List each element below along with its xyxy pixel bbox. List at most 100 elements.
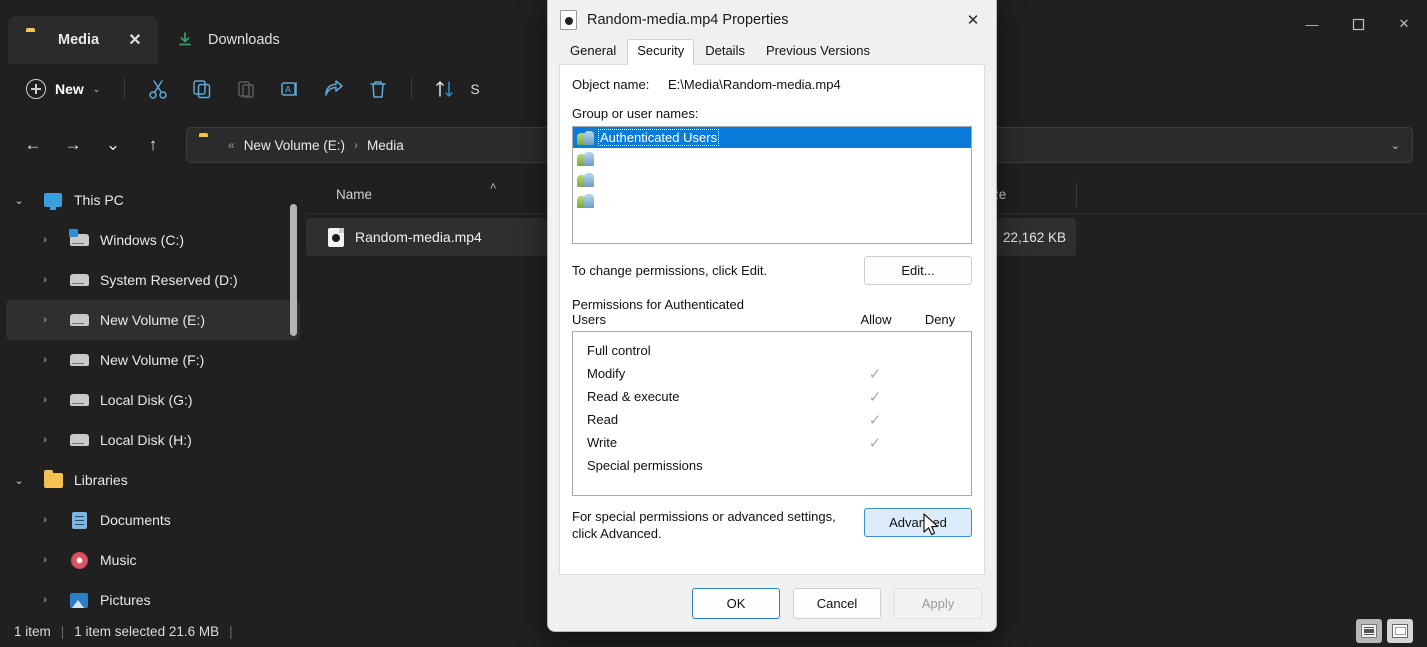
allow-checkbox[interactable]: ✓ xyxy=(843,365,907,383)
view-toggle-group xyxy=(1356,619,1413,643)
permission-name: Read xyxy=(587,412,619,427)
permission-row[interactable]: Modify ✓ xyxy=(573,362,971,385)
new-button[interactable]: New ⌄ xyxy=(14,73,112,105)
group-icon xyxy=(577,172,595,188)
sidebar-item-local-disk-h[interactable]: › Local Disk (H:) xyxy=(6,420,300,460)
tab-general[interactable]: General xyxy=(560,39,626,64)
folder-icon xyxy=(42,469,64,488)
permission-row[interactable]: Read ✓ xyxy=(573,408,971,431)
chevron-right-icon[interactable]: › xyxy=(32,394,58,406)
chevron-right-icon[interactable]: › xyxy=(32,554,58,566)
copy-icon[interactable] xyxy=(181,72,223,106)
tab-media[interactable]: Media ✕ xyxy=(8,16,158,64)
permission-name: Full control xyxy=(587,343,651,358)
details-view-icon[interactable] xyxy=(1356,619,1382,643)
advanced-row: For special permissions or advanced sett… xyxy=(572,508,972,542)
toolbar-divider xyxy=(124,78,126,100)
allow-checkbox[interactable]: ✓ xyxy=(843,388,907,406)
chevron-right-icon[interactable]: › xyxy=(32,354,58,366)
sidebar-item-label: System Reserved (D:) xyxy=(100,272,238,288)
sidebar-item-new-volume-f[interactable]: › New Volume (F:) xyxy=(6,340,300,380)
allow-checkbox[interactable]: ✓ xyxy=(843,411,907,429)
chevron-right-icon[interactable]: › xyxy=(32,434,58,446)
chevron-down-icon: ⌄ xyxy=(92,83,101,94)
up-button[interactable]: ↑ xyxy=(134,128,172,162)
sidebar-item-pictures[interactable]: › Pictures xyxy=(6,580,300,615)
permission-row[interactable]: Write ✓ xyxy=(573,431,971,454)
ok-button[interactable]: OK xyxy=(692,587,780,619)
chevron-right-icon[interactable]: › xyxy=(32,514,58,526)
paste-icon xyxy=(225,72,267,106)
chevron-right-icon[interactable]: › xyxy=(32,314,58,326)
drive-icon xyxy=(68,274,90,286)
close-icon[interactable]: ✕ xyxy=(122,27,148,53)
share-icon[interactable] xyxy=(313,72,355,106)
sidebar-item-documents[interactable]: › Documents xyxy=(6,500,300,540)
cancel-button[interactable]: Cancel xyxy=(793,587,881,619)
minimize-button[interactable]: — xyxy=(1289,0,1335,48)
permission-name: Special permissions xyxy=(587,458,703,473)
object-name-value: E:\Media\Random-media.mp4 xyxy=(668,77,841,92)
media-file-icon xyxy=(560,9,577,30)
chevron-down-icon[interactable]: ⌄ xyxy=(1391,139,1400,152)
delete-icon[interactable] xyxy=(357,72,399,106)
sidebar-item-music[interactable]: › Music xyxy=(6,540,300,580)
maximize-button[interactable] xyxy=(1335,0,1381,48)
sidebar-item-libraries[interactable]: ⌄ Libraries xyxy=(6,460,300,500)
advanced-button[interactable]: Advanced xyxy=(864,508,972,537)
object-name-label: Object name: xyxy=(572,77,650,92)
edit-hint: To change permissions, click Edit. xyxy=(572,263,768,278)
file-name-label: Random-media.mp4 xyxy=(355,229,482,245)
permissions-title-line1: Permissions for Authenticated xyxy=(572,297,744,312)
drive-icon xyxy=(68,394,90,406)
pc-icon xyxy=(42,193,64,210)
breadcrumb-drive[interactable]: New Volume (E:) xyxy=(244,138,345,153)
sidebar-item-this-pc[interactable]: ⌄ This PC xyxy=(6,180,300,220)
close-icon[interactable]: ✕ xyxy=(950,0,996,39)
chevron-down-icon[interactable]: ⌄ xyxy=(6,474,32,487)
permission-row[interactable]: Special permissions xyxy=(573,454,971,477)
forward-button[interactable]: → xyxy=(54,128,92,162)
sidebar-item-system-reserved-d[interactable]: › System Reserved (D:) xyxy=(6,260,300,300)
permission-row[interactable]: Full control xyxy=(573,339,971,362)
sidebar-item-windows-c[interactable]: › Windows (C:) xyxy=(6,220,300,260)
list-item[interactable]: Authenticated Users xyxy=(573,127,971,148)
large-icons-view-icon[interactable] xyxy=(1387,619,1413,643)
back-button[interactable]: ← xyxy=(14,128,52,162)
chevron-right-icon[interactable]: › xyxy=(32,234,58,246)
sort-label: S xyxy=(470,81,480,97)
item-count: 1 item xyxy=(14,623,51,639)
advanced-hint: For special permissions or advanced sett… xyxy=(572,508,854,542)
permissions-list[interactable]: Full control Modify ✓ Read & execute ✓ R… xyxy=(572,331,972,496)
breadcrumb-folder[interactable]: Media xyxy=(367,138,404,153)
rename-icon[interactable]: A xyxy=(269,72,311,106)
sidebar-item-local-disk-g[interactable]: › Local Disk (G:) xyxy=(6,380,300,420)
tab-details[interactable]: Details xyxy=(695,39,755,64)
status-separator: | xyxy=(60,623,65,639)
list-item-label: Authenticated Users xyxy=(597,129,720,146)
edit-button[interactable]: Edit... xyxy=(864,256,972,285)
cut-icon[interactable] xyxy=(137,72,179,106)
group-or-user-names-list[interactable]: Authenticated Users xyxy=(572,126,972,244)
recent-locations-button[interactable]: ⌄ xyxy=(94,128,132,162)
breadcrumb-overflow[interactable]: « xyxy=(228,138,235,152)
sidebar-item-new-volume-e[interactable]: › New Volume (E:) xyxy=(6,300,300,340)
list-item[interactable] xyxy=(573,169,971,190)
breadcrumb-separator: › xyxy=(353,138,358,152)
tab-downloads[interactable]: Downloads xyxy=(158,16,308,64)
column-divider[interactable] xyxy=(1076,182,1077,207)
chevron-right-icon[interactable]: › xyxy=(32,274,58,286)
tab-security[interactable]: Security xyxy=(627,39,695,65)
permission-row[interactable]: Read & execute ✓ xyxy=(573,385,971,408)
sort-icon[interactable] xyxy=(424,72,466,106)
download-icon xyxy=(176,31,196,49)
chevron-down-icon[interactable]: ⌄ xyxy=(6,194,32,207)
tab-previous-versions[interactable]: Previous Versions xyxy=(756,39,880,64)
close-button[interactable]: ✕ xyxy=(1381,0,1427,48)
pictures-icon xyxy=(68,592,90,608)
chevron-right-icon[interactable]: › xyxy=(32,594,58,606)
allow-checkbox[interactable]: ✓ xyxy=(843,434,907,452)
list-item[interactable] xyxy=(573,190,971,211)
navigation-scrollbar[interactable] xyxy=(290,204,297,336)
list-item[interactable] xyxy=(573,148,971,169)
